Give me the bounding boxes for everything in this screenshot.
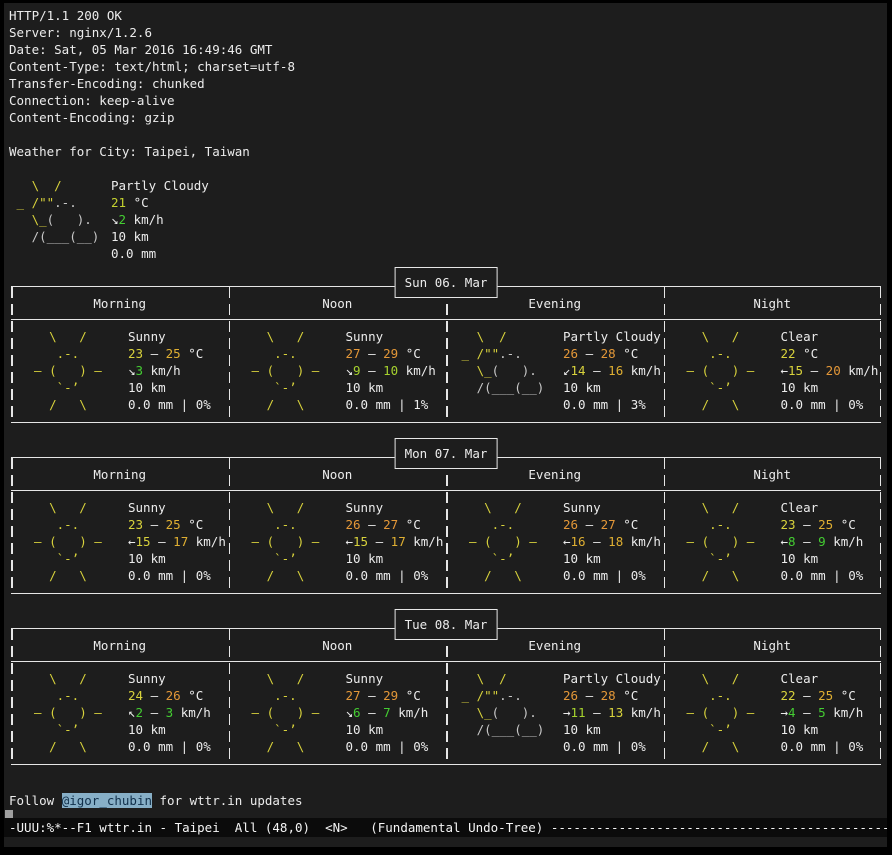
forecast-details: Clear23 – 25 °C←8 – 9 km/h10 km0.0 mm | …	[781, 499, 864, 584]
date-box: Sun 06. Mar	[395, 267, 498, 298]
forecast-cell-noon: \ / .-. – ( ) – `-’ / \Sunny27 – 29 °C↘9…	[229, 320, 447, 422]
weather-art: \ / _ /"".-. \_( ). /(___(__)	[454, 328, 546, 413]
period-header-morning: Morning	[11, 637, 229, 654]
http-status-line: HTTP/1.1 200 OK	[9, 7, 887, 24]
weather-art: \ / .-. – ( ) – `-’ / \	[454, 499, 546, 584]
http-header-transfer-encoding: Transfer-Encoding: chunked	[9, 75, 887, 92]
weather-art: \ / .-. – ( ) – `-’ / \	[19, 670, 111, 755]
forecast-days: Sun 06. MarMorningNoonEveningNight \ / .…	[9, 286, 887, 765]
weather-art: \ / _ /"".-. \_( ). /(___(__)	[454, 670, 546, 755]
forecast-details: Clear22 – 25 °C→4 – 5 km/h10 km0.0 mm | …	[781, 670, 864, 755]
forecast-details: Partly Cloudy26 – 28 °C↙14 – 16 km/h10 k…	[563, 328, 661, 413]
emacs-modeline: -UUU:%*--F1 wttr.in - Taipei All (48,0) …	[4, 818, 887, 837]
column-separator	[229, 629, 231, 764]
date-box: Mon 07. Mar	[395, 438, 498, 469]
forecast-day: Tue 08. MarMorningNoonEveningNight \ / .…	[11, 628, 881, 765]
http-header-date: Date: Sat, 05 Mar 2016 16:49:46 GMT	[9, 41, 887, 58]
column-separator	[664, 458, 666, 593]
weather-art: \ / .-. – ( ) – `-’ / \	[237, 499, 329, 584]
column-separator	[11, 458, 13, 593]
city-title: Weather for City: Taipei, Taiwan	[9, 143, 887, 160]
column-separator	[229, 287, 231, 422]
forecast-details: Sunny26 – 27 °C←15 – 17 km/h10 km0.0 mm …	[346, 499, 444, 584]
date-box: Tue 08. Mar	[395, 609, 498, 640]
period-header-night: Night	[664, 295, 882, 312]
period-header-morning: Morning	[11, 466, 229, 483]
terminal-window: HTTP/1.1 200 OK Server: nginx/1.2.6 Date…	[4, 3, 887, 847]
forecast-cell-evening: \ / _ /"".-. \_( ). /(___(__)Partly Clou…	[446, 662, 664, 764]
forecast-cell-night: \ / .-. – ( ) – `-’ / \Clear22 – 25 °C→4…	[664, 662, 882, 764]
column-separator	[446, 287, 448, 422]
column-separator	[446, 629, 448, 764]
follow-suffix: for wttr.in updates	[152, 793, 303, 808]
http-header-connection: Connection: keep-alive	[9, 92, 887, 109]
forecast-cell-night: \ / .-. – ( ) – `-’ / \Clear22 °C←15 – 2…	[664, 320, 882, 422]
twitter-handle-link[interactable]: @igor_chubin	[62, 793, 152, 808]
current-details: Partly Cloudy21 °C↘2 km/h10 km0.0 mm	[111, 177, 209, 262]
column-separator	[880, 458, 882, 593]
forecast-cell-morning: \ / .-. – ( ) – `-’ / \Sunny23 – 25 °C←1…	[11, 491, 229, 593]
current-conditions: \ / _ /"".-. \_( ). /(___(__)Partly Clou…	[9, 177, 887, 262]
period-header-night: Night	[664, 637, 882, 654]
forecast-cell-morning: \ / .-. – ( ) – `-’ / \Sunny23 – 25 °C↘3…	[11, 320, 229, 422]
blank-line	[9, 126, 887, 143]
column-separator	[11, 629, 13, 764]
forecast-cell-night: \ / .-. – ( ) – `-’ / \Clear23 – 25 °C←8…	[664, 491, 882, 593]
forecast-cell-noon: \ / .-. – ( ) – `-’ / \Sunny26 – 27 °C←1…	[229, 491, 447, 593]
column-separator	[11, 287, 13, 422]
forecast-cell-morning: \ / .-. – ( ) – `-’ / \Sunny24 – 26 °C↖2…	[11, 662, 229, 764]
column-separator	[229, 458, 231, 593]
forecast-details: Sunny27 – 29 °C↘9 – 10 km/h10 km0.0 mm |…	[346, 328, 436, 413]
follow-line: Follow @igor_chubin for wttr.in updates	[9, 792, 887, 809]
follow-prefix: Follow	[9, 793, 62, 808]
weather-art: \ / .-. – ( ) – `-’ / \	[672, 499, 764, 584]
weather-art: \ / .-. – ( ) – `-’ / \	[19, 499, 111, 584]
column-separator	[664, 629, 666, 764]
http-header-server: Server: nginx/1.2.6	[9, 24, 887, 41]
forecast-details: Sunny27 – 29 °C↘6 – 7 km/h10 km0.0 mm | …	[346, 670, 429, 755]
weather-art: \ / _ /"".-. \_( ). /(___(__)	[9, 177, 101, 262]
forecast-details: Sunny26 – 27 °C←16 – 18 km/h10 km0.0 mm …	[563, 499, 661, 584]
forecast-cell-evening: \ / _ /"".-. \_( ). /(___(__)Partly Clou…	[446, 320, 664, 422]
column-separator	[446, 458, 448, 593]
weather-art: \ / .-. – ( ) – `-’ / \	[672, 670, 764, 755]
forecast-details: Sunny23 – 25 °C←15 – 17 km/h10 km0.0 mm …	[128, 499, 226, 584]
forecast-day: Mon 07. MarMorningNoonEveningNight \ / .…	[11, 457, 881, 594]
column-separator	[880, 629, 882, 764]
http-header-content-encoding: Content-Encoding: gzip	[9, 109, 887, 126]
column-separator	[880, 287, 882, 422]
weather-art: \ / .-. – ( ) – `-’ / \	[19, 328, 111, 413]
forecast-cell-noon: \ / .-. – ( ) – `-’ / \Sunny27 – 29 °C↘6…	[229, 662, 447, 764]
period-header-night: Night	[664, 466, 882, 483]
forecast-details: Partly Cloudy26 – 28 °C→11 – 13 km/h10 k…	[563, 670, 661, 755]
weather-art: \ / .-. – ( ) – `-’ / \	[672, 328, 764, 413]
column-separator	[664, 287, 666, 422]
http-header-content-type: Content-Type: text/html; charset=utf-8	[9, 58, 887, 75]
forecast-details: Sunny24 – 26 °C↖2 – 3 km/h10 km0.0 mm | …	[128, 670, 211, 755]
period-header-morning: Morning	[11, 295, 229, 312]
blank-line	[9, 160, 887, 177]
forecast-day: Sun 06. MarMorningNoonEveningNight \ / .…	[11, 286, 881, 423]
forecast-details: Sunny23 – 25 °C↘3 km/h10 km0.0 mm | 0%	[128, 328, 211, 413]
weather-art: \ / .-. – ( ) – `-’ / \	[237, 670, 329, 755]
emacs-buffer[interactable]: HTTP/1.1 200 OK Server: nginx/1.2.6 Date…	[4, 3, 887, 826]
forecast-details: Clear22 °C←15 – 20 km/h10 km0.0 mm | 0%	[781, 328, 879, 413]
forecast-cell-evening: \ / .-. – ( ) – `-’ / \Sunny26 – 27 °C←1…	[446, 491, 664, 593]
weather-art: \ / .-. – ( ) – `-’ / \	[237, 328, 329, 413]
